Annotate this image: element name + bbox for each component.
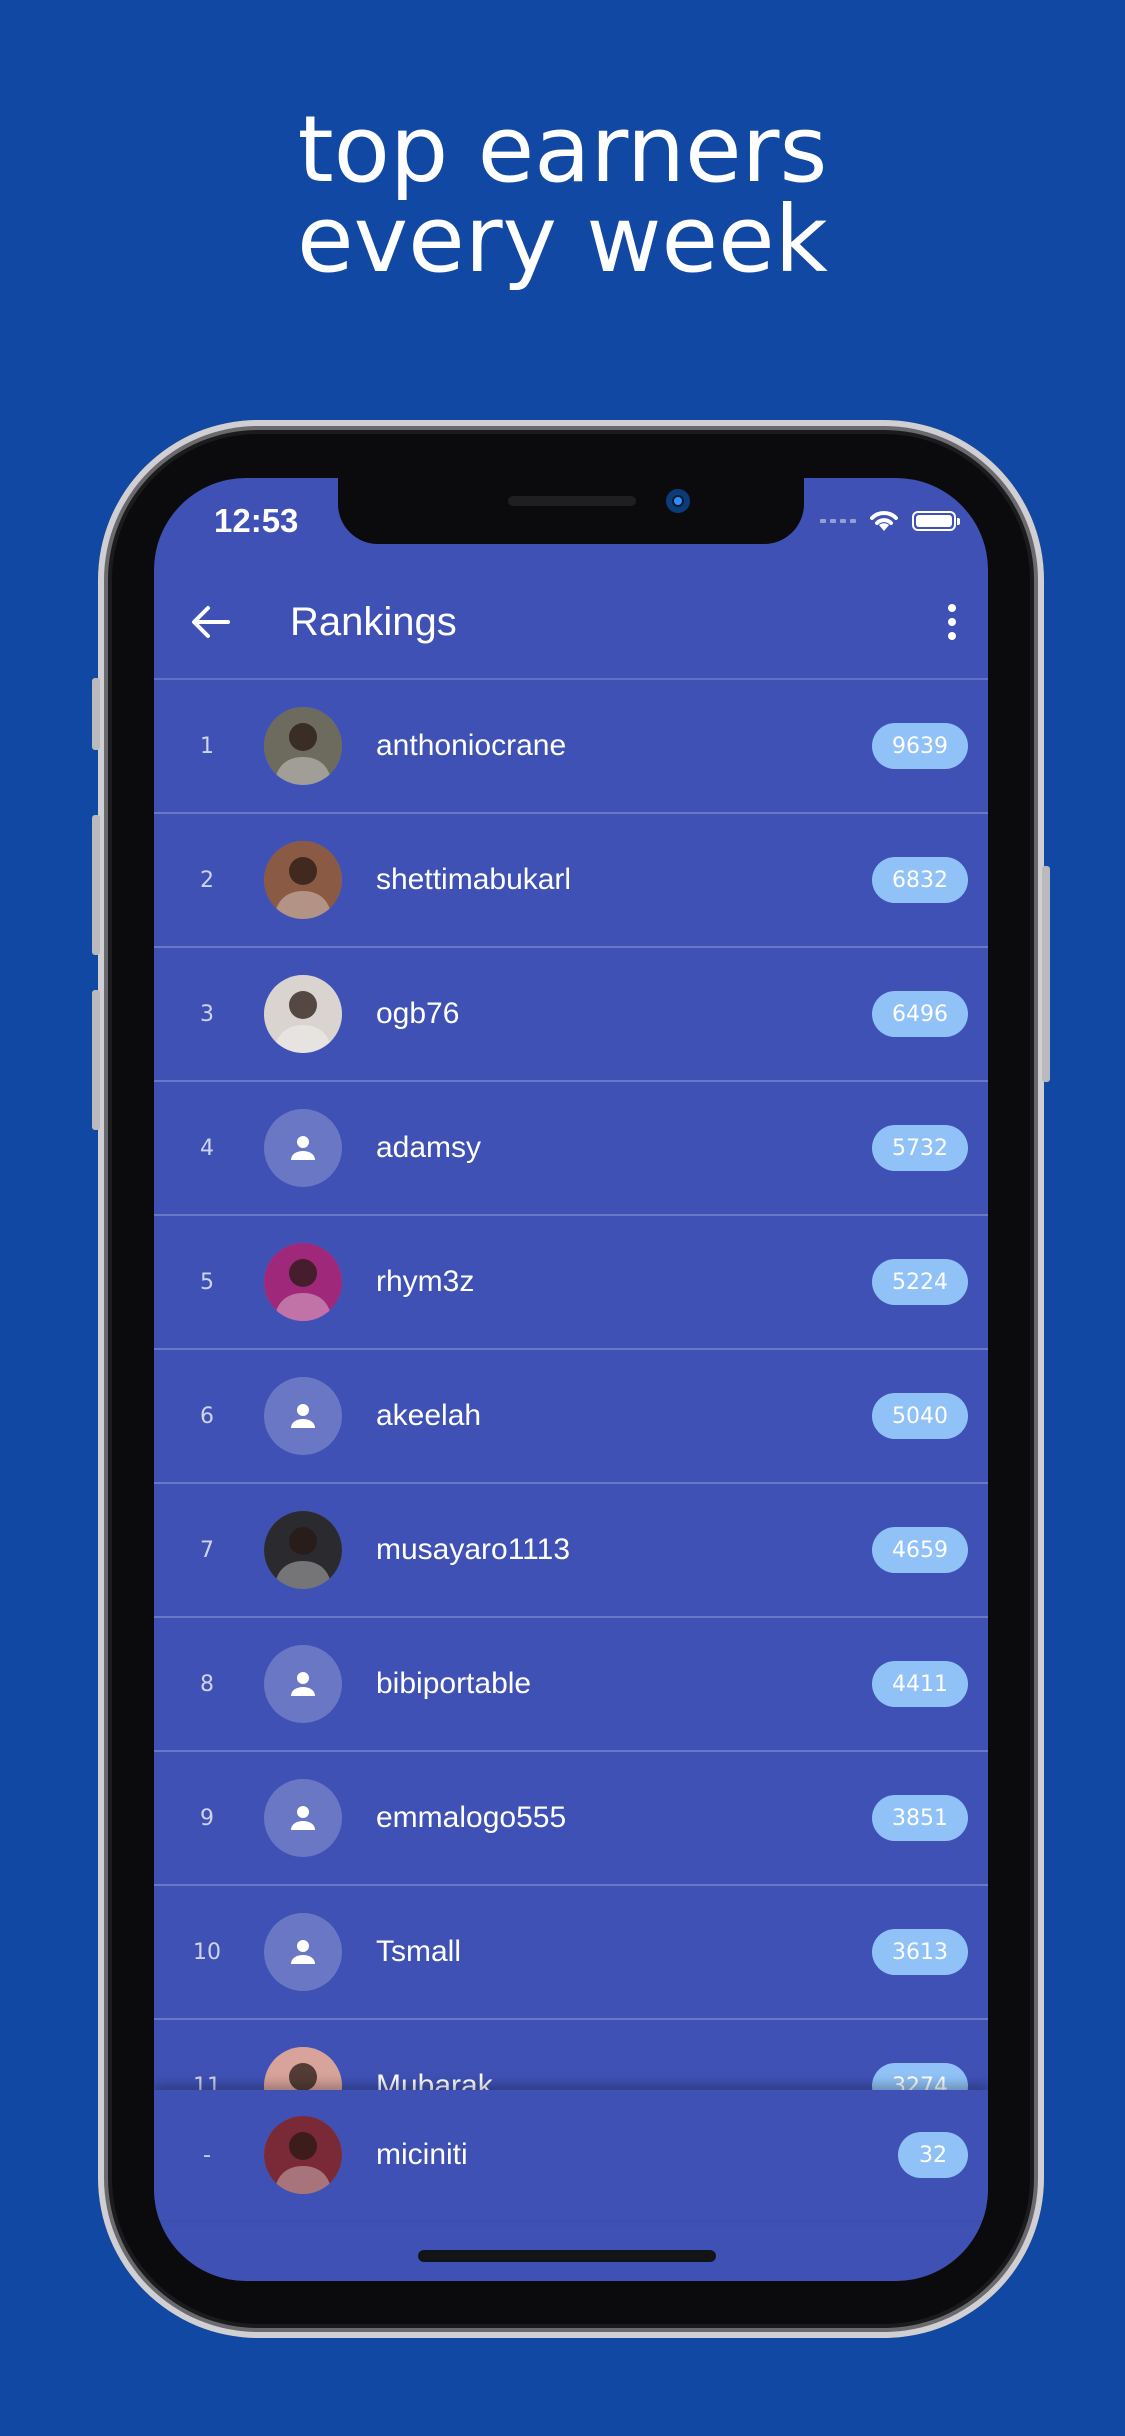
rank-number: 5 bbox=[200, 1269, 214, 1295]
profile-photo bbox=[264, 707, 342, 785]
current-user-score: 32 bbox=[898, 2132, 968, 2178]
signal-icon bbox=[820, 519, 856, 523]
username: bibiportable bbox=[376, 1667, 532, 1700]
status-time: 12:53 bbox=[214, 502, 299, 539]
ranking-row[interactable]: 9 emmalogo555 3851 bbox=[154, 1752, 988, 1886]
ranking-row[interactable]: 6 akeelah 5040 bbox=[154, 1350, 988, 1484]
app-bar: Rankings bbox=[154, 566, 988, 680]
ranking-row[interactable]: 7 musayaro1113 4659 bbox=[154, 1484, 988, 1618]
phone-side-button-left-2 bbox=[92, 815, 100, 955]
ranking-row[interactable]: 2 shettimabukarl 6832 bbox=[154, 814, 988, 948]
profile-photo bbox=[264, 975, 342, 1053]
avatar bbox=[264, 1377, 342, 1455]
rank-number: 9 bbox=[200, 1805, 214, 1831]
more-options-button[interactable] bbox=[932, 594, 972, 650]
rankings-list[interactable]: 1 anthoniocrane 9639 2 shettimabukarl 6832 3 og… bbox=[154, 680, 988, 2090]
promo-line-1: top earners bbox=[297, 96, 828, 203]
phone-side-button-left-1 bbox=[92, 678, 100, 750]
avatar bbox=[264, 2116, 342, 2194]
front-camera bbox=[666, 489, 690, 513]
rank-number: 3 bbox=[200, 1001, 214, 1027]
username: akeelah bbox=[376, 1399, 482, 1432]
promo-headline: top earners every week bbox=[0, 96, 1125, 293]
username: emmalogo555 bbox=[376, 1801, 567, 1834]
ranking-row[interactable]: 3 ogb76 6496 bbox=[154, 948, 988, 1082]
ranking-row[interactable]: 4 adamsy 5732 bbox=[154, 1082, 988, 1216]
profile-photo bbox=[264, 1511, 342, 1589]
score-badge: 6496 bbox=[872, 991, 968, 1037]
avatar bbox=[264, 1913, 342, 1991]
back-button[interactable] bbox=[184, 596, 236, 648]
score-badge: 9639 bbox=[872, 723, 968, 769]
rank-number: 1 bbox=[200, 733, 214, 759]
score-badge: 3613 bbox=[872, 1929, 968, 1975]
current-user-row[interactable]: - miciniti 32 bbox=[154, 2090, 988, 2220]
person-icon bbox=[291, 1672, 315, 1696]
avatar bbox=[264, 1779, 342, 1857]
rank-number: 10 bbox=[193, 1939, 221, 1965]
battery-icon bbox=[912, 511, 960, 531]
rank-number: 8 bbox=[200, 1671, 214, 1697]
score-badge: 5040 bbox=[872, 1393, 968, 1439]
avatar bbox=[264, 1109, 342, 1187]
page-title: Rankings bbox=[290, 600, 457, 644]
score-badge: 6832 bbox=[872, 857, 968, 903]
ranking-row[interactable]: 10 Tsmall 3613 bbox=[154, 1886, 988, 2020]
avatar bbox=[264, 707, 342, 785]
wifi-icon bbox=[870, 511, 898, 531]
phone-side-button-left-3 bbox=[92, 990, 100, 1130]
profile-photo bbox=[264, 1243, 342, 1321]
username: ogb76 bbox=[376, 997, 460, 1030]
score-badge: 4411 bbox=[872, 1661, 968, 1707]
current-user-username: miciniti bbox=[376, 2138, 468, 2171]
avatar bbox=[264, 841, 342, 919]
username: Mubarak bbox=[376, 2069, 493, 2090]
avatar bbox=[264, 1243, 342, 1321]
avatar bbox=[264, 1645, 342, 1723]
home-indicator[interactable] bbox=[418, 2250, 716, 2262]
username: rhym3z bbox=[376, 1265, 475, 1298]
score-badge: 5732 bbox=[872, 1125, 968, 1171]
score-badge: 3274 bbox=[872, 2063, 968, 2090]
username: Tsmall bbox=[376, 1935, 462, 1968]
score-badge: 4659 bbox=[872, 1527, 968, 1573]
score-badge: 3851 bbox=[872, 1795, 968, 1841]
avatar bbox=[264, 2047, 342, 2090]
phone-side-button-right bbox=[1042, 866, 1050, 1082]
username: shettimabukarl bbox=[376, 863, 572, 896]
status-icons bbox=[820, 508, 960, 534]
username: musayaro1113 bbox=[376, 1533, 571, 1566]
person-icon bbox=[291, 1806, 315, 1830]
profile-photo bbox=[264, 2047, 342, 2090]
profile-photo bbox=[264, 841, 342, 919]
notch bbox=[338, 478, 804, 544]
username: adamsy bbox=[376, 1131, 482, 1164]
arrow-left-icon bbox=[192, 606, 230, 638]
speaker bbox=[508, 496, 636, 506]
more-vertical-icon bbox=[948, 604, 956, 612]
phone-screen: 12:53 Rankings 1 anthoniocrane 9639 2 shetti… bbox=[154, 478, 988, 2281]
avatar bbox=[264, 975, 342, 1053]
score-badge: 5224 bbox=[872, 1259, 968, 1305]
ranking-row[interactable]: 11 Mubarak 3274 bbox=[154, 2020, 988, 2090]
rank-number: 2 bbox=[200, 867, 214, 893]
rank-number: 6 bbox=[200, 1403, 214, 1429]
promo-line-2: every week bbox=[297, 186, 828, 293]
profile-photo bbox=[264, 2116, 342, 2194]
rank-number: 11 bbox=[193, 2073, 221, 2091]
avatar bbox=[264, 1511, 342, 1589]
ranking-row[interactable]: 8 bibiportable 4411 bbox=[154, 1618, 988, 1752]
rank-number: 7 bbox=[200, 1537, 214, 1563]
username: anthoniocrane bbox=[376, 729, 567, 762]
person-icon bbox=[291, 1136, 315, 1160]
ranking-row[interactable]: 1 anthoniocrane 9639 bbox=[154, 680, 988, 814]
person-icon bbox=[291, 1940, 315, 1964]
rank-number: 4 bbox=[200, 1135, 214, 1161]
ranking-row[interactable]: 5 rhym3z 5224 bbox=[154, 1216, 988, 1350]
current-user-rank: - bbox=[203, 2142, 211, 2168]
person-icon bbox=[291, 1404, 315, 1428]
